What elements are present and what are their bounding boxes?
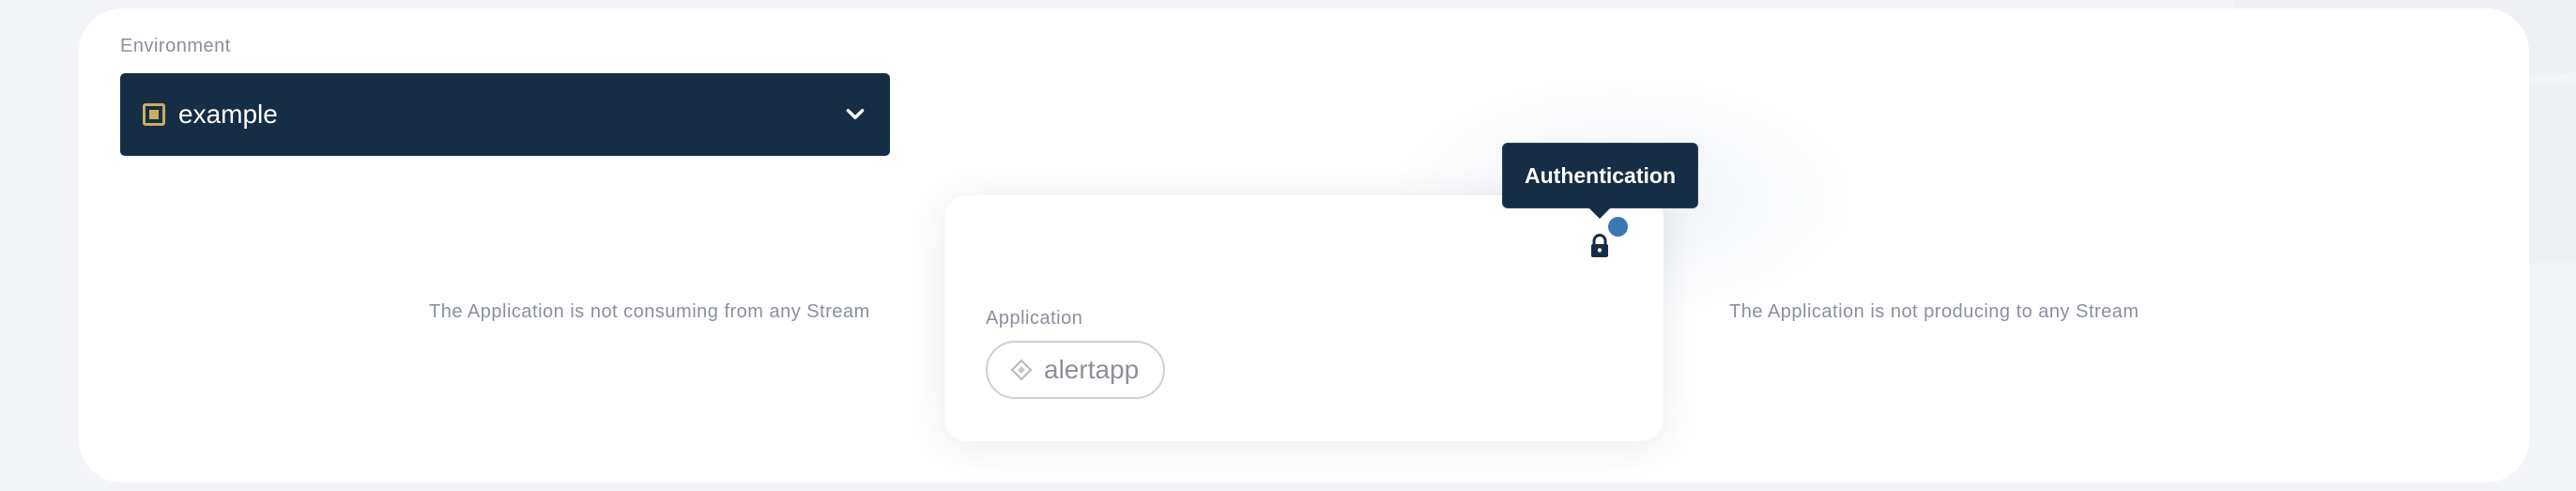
environment-selected-value: example: [178, 100, 278, 129]
consuming-streams-message: The Application is not consuming from an…: [429, 301, 870, 322]
chevron-down-icon: [846, 108, 865, 119]
producing-streams-message: The Application is not producing to any …: [1729, 301, 2139, 322]
status-indicator-dot: [1608, 217, 1628, 237]
environment-icon: [143, 103, 165, 126]
environment-label: Environment: [120, 36, 231, 56]
authentication-tooltip: Authentication: [1502, 143, 1698, 208]
tooltip-text: Authentication: [1525, 162, 1676, 188]
tooltip-arrow: [1588, 207, 1611, 219]
application-label: Application: [986, 308, 1083, 329]
application-chip[interactable]: alertapp: [986, 341, 1165, 399]
lock-icon[interactable]: [1589, 234, 1610, 258]
application-diamond-icon: [1010, 359, 1033, 381]
application-name: alertapp: [1044, 355, 1140, 384]
environment-select[interactable]: example: [120, 73, 890, 156]
